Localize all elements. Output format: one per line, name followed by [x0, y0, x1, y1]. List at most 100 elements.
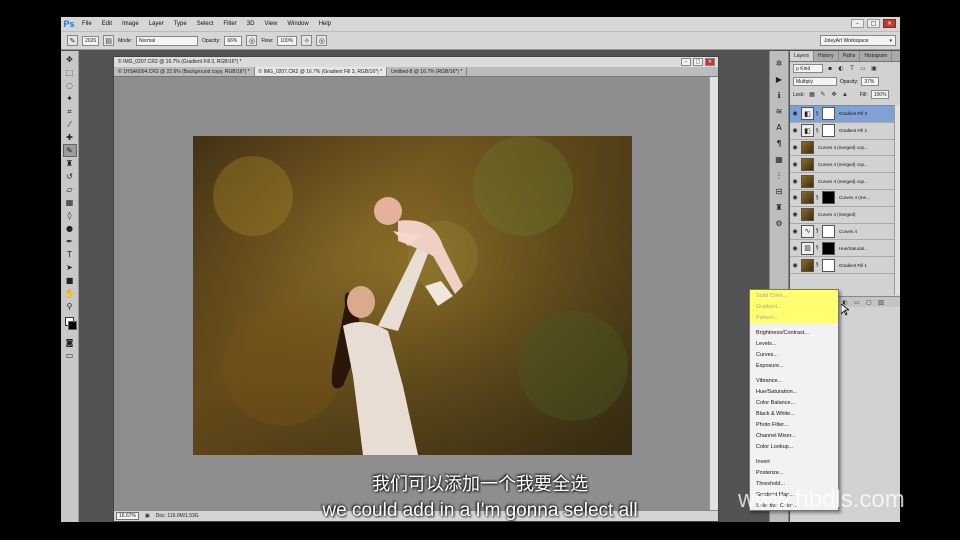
actions-icon[interactable]: ▶	[772, 73, 786, 86]
eye-icon[interactable]: ◉	[791, 228, 799, 235]
brush-icon[interactable]: ✎	[62, 144, 77, 157]
menu-help[interactable]: Help	[314, 21, 336, 27]
menu-item-color-balance[interactable]: Color Balance...	[750, 397, 838, 408]
eye-icon[interactable]: ◉	[791, 144, 799, 151]
menu-view[interactable]: View	[259, 21, 282, 27]
eyedropper-icon[interactable]: ⁄	[63, 118, 77, 131]
gradient-icon[interactable]: ▦	[63, 196, 77, 209]
fill-field[interactable]: 100%	[870, 90, 889, 99]
adjust-filter-icon[interactable]: ◐	[837, 65, 845, 73]
properties-icon[interactable]: ⚙	[772, 217, 786, 230]
menu-item-photo-filter[interactable]: Photo Filter...	[750, 419, 838, 430]
layers-scrollbar[interactable]	[894, 105, 900, 295]
document-titlebar[interactable]: © IMG_0207.CR2 @ 16.7% (Gradient Fill 3,…	[114, 57, 718, 67]
doc-close-button[interactable]: ×	[705, 58, 715, 66]
layer-row[interactable]: ◉ ∿ § Curves 4	[790, 224, 894, 241]
pen-icon[interactable]: ✒	[63, 235, 77, 248]
background-color-swatch[interactable]	[68, 321, 77, 330]
layer-mask-thumb[interactable]	[822, 258, 835, 272]
pressure-size-icon[interactable]: ◎	[316, 35, 328, 46]
doc-tab-1[interactable]: © 1HSA6094.CR2 @ 22.6% (Background copy,…	[114, 67, 255, 76]
eye-icon[interactable]: ◉	[791, 127, 799, 134]
layer-mask-thumb[interactable]	[822, 124, 835, 138]
menu-select[interactable]: Select	[192, 21, 219, 27]
styles-icon[interactable]: ▦	[772, 153, 786, 166]
layer-row[interactable]: ◉ Curves 4 (merged) cop...	[790, 173, 894, 190]
eye-icon[interactable]: ◉	[791, 178, 799, 185]
menu-item-hue-saturation[interactable]: Hue/Saturation...	[750, 386, 838, 397]
move-icon[interactable]: ✥	[63, 53, 77, 66]
layer-row[interactable]: ◉ ◧ § Gradient Fill 3	[790, 106, 894, 123]
menu-image[interactable]: Image	[117, 21, 144, 27]
zoom-icon[interactable]: ⚲	[63, 300, 77, 313]
layer-kind-filter[interactable]: ρ Kind	[793, 64, 823, 73]
layer-row[interactable]: ◉ ◧ § Gradient Fill 2	[790, 123, 894, 140]
navigator-icon[interactable]: ✲	[772, 57, 786, 70]
lock-all-icon[interactable]: 🔒︎	[841, 91, 849, 99]
menu-item-invert[interactable]: Invert	[750, 456, 838, 467]
paragraph-icon[interactable]: ¶	[772, 137, 786, 150]
type-icon[interactable]: T	[63, 248, 77, 261]
opacity-field[interactable]: 66%	[224, 35, 243, 46]
eye-icon[interactable]: ◉	[791, 161, 799, 168]
doc-maximize-button[interactable]: □	[693, 58, 703, 66]
layer-row[interactable]: ◉ Curves 4 (merged) cop...	[790, 140, 894, 157]
blend-mode-select[interactable]: Multiply	[793, 77, 837, 86]
layer-row[interactable]: ◉ Curves 4 (merged) cop...	[790, 156, 894, 174]
lock-position-icon[interactable]: ✥	[830, 91, 838, 99]
layer-mask-thumb[interactable]	[822, 191, 835, 205]
layer-row[interactable]: ◉ § Gradient Fill 1	[790, 257, 894, 274]
quick-select-icon[interactable]: ✦	[63, 92, 77, 105]
menu-file[interactable]: File	[77, 21, 97, 27]
shape-icon[interactable]: ■	[63, 274, 77, 287]
brush-presets-icon[interactable]: ⋮	[772, 169, 786, 182]
menu-item-brightness-contrast[interactable]: Brightness/Contrast...	[750, 327, 838, 338]
flow-field[interactable]: 100%	[277, 35, 298, 46]
eye-icon[interactable]: ◉	[791, 211, 799, 218]
tab-history[interactable]: History	[814, 51, 839, 61]
shape-filter-icon[interactable]: ▭	[859, 65, 867, 73]
layer-row[interactable]: ◉ ▥ § Hue/Saturati...	[790, 240, 894, 258]
menu-filter[interactable]: Filter	[218, 21, 241, 27]
layer-mask-thumb[interactable]	[822, 107, 835, 121]
pressure-opacity-icon[interactable]: ◎	[246, 35, 258, 46]
brush-preset-icon[interactable]: ✎	[67, 35, 78, 46]
blur-icon[interactable]: ◊	[63, 209, 77, 222]
brushes-icon[interactable]: ⊟	[772, 185, 786, 198]
menu-item-color-lookup[interactable]: Color Lookup...	[750, 441, 838, 452]
layer-mask-thumb[interactable]	[822, 224, 835, 238]
type-filter-icon[interactable]: T	[848, 65, 856, 73]
maximize-button[interactable]: □	[867, 19, 880, 28]
menu-item-exposure[interactable]: Exposure...	[750, 360, 838, 371]
menu-item-levels[interactable]: Levels...	[750, 338, 838, 349]
menu-type[interactable]: Type	[169, 21, 192, 27]
marquee-icon[interactable]: ⬚	[63, 66, 77, 79]
layer-row[interactable]: ◉ § Curves 4 (me...	[790, 190, 894, 207]
lock-transparent-icon[interactable]: ▦	[808, 91, 816, 99]
character-icon[interactable]: A	[772, 121, 786, 134]
canvas-vertical-scrollbar[interactable]	[709, 77, 718, 511]
info-icon[interactable]: ℹ	[772, 89, 786, 102]
screen-mode-icon[interactable]: ▭	[63, 349, 77, 362]
lock-pixels-icon[interactable]: ✎	[819, 91, 827, 99]
doc-minimize-button[interactable]: –	[681, 58, 691, 66]
dodge-icon[interactable]: ●	[63, 222, 77, 235]
new-layer-icon[interactable]: ▢	[865, 298, 873, 306]
trash-icon[interactable]: ▥	[877, 298, 885, 306]
crop-icon[interactable]: ⌗	[63, 105, 77, 118]
menu-item-black-white[interactable]: Black & White...	[750, 408, 838, 419]
menu-item-channel-mixer[interactable]: Channel Mixer...	[750, 430, 838, 441]
eye-icon[interactable]: ◉	[791, 262, 799, 269]
layer-mask-thumb[interactable]	[822, 241, 835, 255]
doc-tab-2[interactable]: © IMG_0207.CR2 @ 16.7% (Gradient Fill 3,…	[254, 67, 388, 76]
tab-layers[interactable]: Layers	[790, 51, 815, 61]
menu-item-vibrance[interactable]: Vibrance...	[750, 375, 838, 386]
canvas-area[interactable]	[114, 77, 710, 511]
eye-icon[interactable]: ◉	[791, 194, 799, 201]
eye-icon[interactable]: ◉	[791, 245, 799, 252]
layer-opacity-field[interactable]: 37%	[861, 77, 880, 86]
lasso-icon[interactable]: ◌	[63, 79, 77, 92]
brush-size-picker[interactable]: 2026	[82, 35, 100, 46]
menu-item-solid-color[interactable]: Solid Color...	[750, 290, 838, 301]
hand-icon[interactable]: ✋	[63, 287, 77, 300]
